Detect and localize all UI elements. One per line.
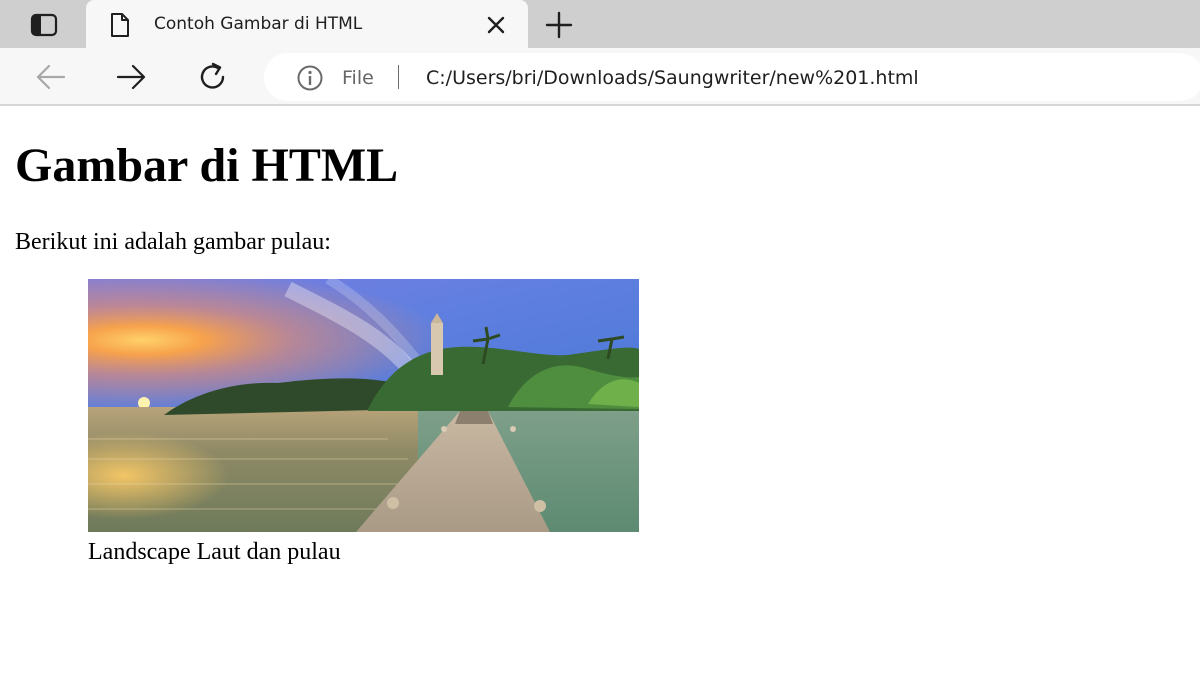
address-bar[interactable]: File C:/Users/bri/Downloads/Saungwriter/… (264, 53, 1200, 101)
refresh-icon[interactable] (196, 60, 230, 94)
tab-title: Contoh Gambar di HTML (154, 14, 363, 34)
arrow-left-icon[interactable] (34, 60, 68, 94)
page-paragraph: Berikut ini adalah gambar pulau: (15, 229, 331, 255)
tab-strip: Contoh Gambar di HTML (0, 0, 1200, 48)
page-heading: Gambar di HTML (15, 139, 399, 192)
scheme-label: File (342, 67, 374, 89)
info-icon[interactable] (296, 64, 324, 92)
arrow-right-icon[interactable] (114, 60, 148, 94)
active-tab[interactable]: Contoh Gambar di HTML (86, 0, 528, 48)
tab-actions-button[interactable] (26, 10, 62, 40)
address-divider (398, 65, 399, 89)
figure-caption: Landscape Laut dan pulau (88, 539, 341, 565)
page-content: Gambar di HTML Berikut ini adalah gambar… (0, 108, 1200, 675)
close-icon[interactable] (484, 13, 508, 37)
plus-icon[interactable] (544, 10, 574, 40)
tab-actions-icon (30, 13, 58, 37)
browser-toolbar: File C:/Users/bri/Downloads/Saungwriter/… (0, 48, 1200, 106)
page-icon (111, 13, 129, 37)
url-text[interactable]: C:/Users/bri/Downloads/Saungwriter/new%2… (426, 65, 919, 91)
landscape-image (88, 279, 639, 532)
